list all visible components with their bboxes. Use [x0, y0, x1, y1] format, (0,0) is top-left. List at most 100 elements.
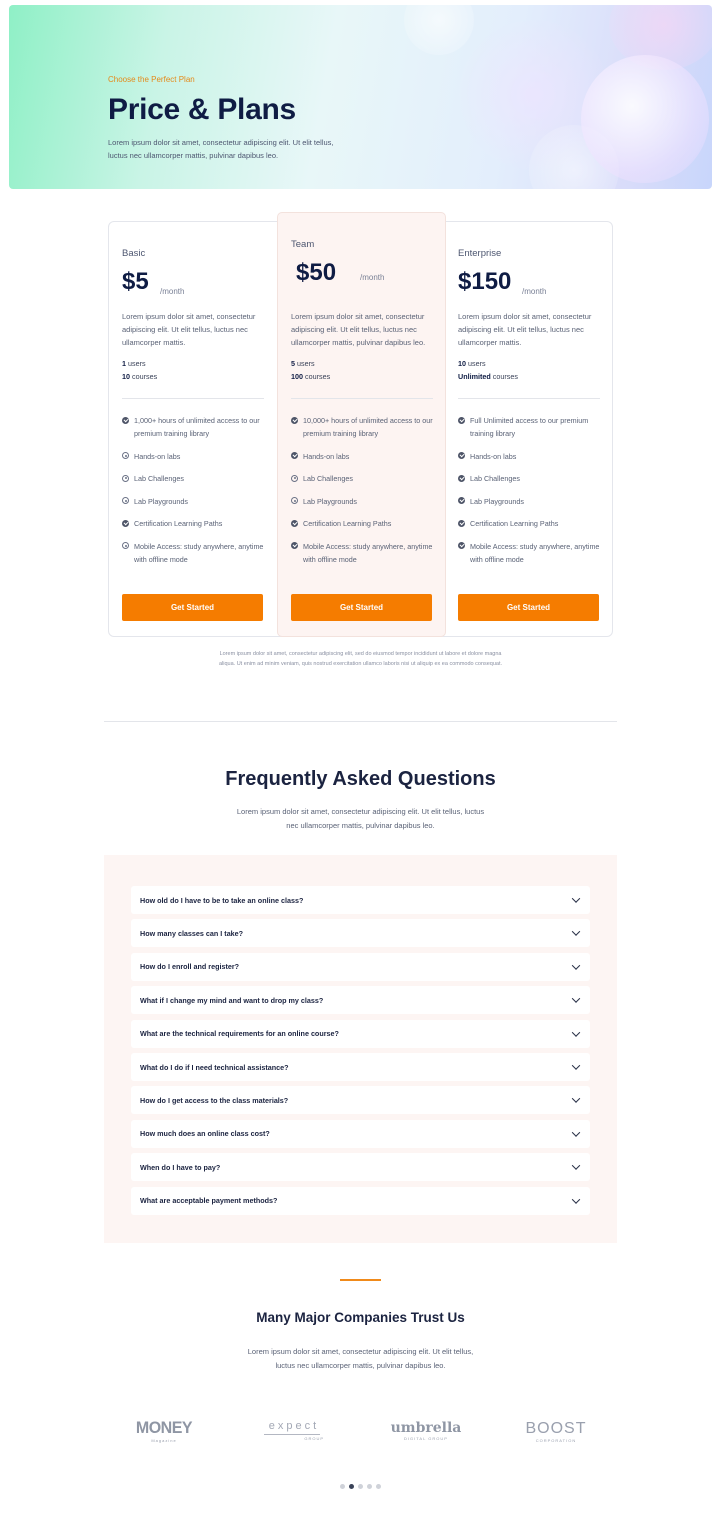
check-circle-icon: [458, 452, 465, 459]
plan-feature-list: Full Unlimited access to our premium tra…: [458, 414, 600, 575]
carousel-pagination: [340, 1484, 381, 1489]
plan-feature-item: Hands-on labs: [458, 450, 600, 463]
plan-feature-item: Full Unlimited access to our premium tra…: [458, 414, 600, 440]
plan-feature-text: Mobile Access: study anywhere, anytime w…: [303, 541, 433, 564]
plan-courses-label: courses: [130, 372, 158, 381]
chevron-down-icon[interactable]: [571, 1027, 581, 1037]
plan-feature-text: Lab Challenges: [470, 474, 520, 483]
plan-feature-text: Mobile Access: study anywhere, anytime w…: [134, 541, 264, 564]
plan-name: Enterprise: [458, 248, 502, 259]
chevron-down-icon[interactable]: [571, 1194, 581, 1204]
faq-item[interactable]: What are the technical requirements for …: [131, 1019, 590, 1048]
faq-item[interactable]: How much does an online class cost?: [131, 1119, 590, 1148]
hero-eyebrow: Choose the Perfect Plan: [108, 75, 195, 84]
plan-feature-text: Lab Challenges: [303, 474, 353, 483]
check-circle-icon: [122, 519, 129, 527]
faq-question: What are acceptable payment methods?: [140, 1196, 278, 1206]
carousel-dot[interactable]: [376, 1484, 381, 1489]
plan-feature-text: 10,000+ hours of unlimited access to our…: [303, 416, 433, 438]
plan-price: $150: [458, 268, 512, 295]
faq-title: Frequently Asked Questions: [225, 768, 496, 790]
plan-period: /month: [160, 287, 185, 296]
page-title: Price & Plans: [108, 93, 296, 126]
section-divider: [104, 721, 617, 722]
faq-item[interactable]: When do I have to pay?: [131, 1153, 590, 1182]
carousel-dot[interactable]: [358, 1484, 363, 1489]
chevron-down-icon[interactable]: [571, 894, 581, 903]
chevron-down-icon[interactable]: [571, 961, 581, 970]
plan-feature-text: Lab Playgrounds: [303, 496, 357, 506]
chevron-down-icon[interactable]: [571, 1061, 581, 1070]
plan-feature-text: Certification Learning Paths: [303, 519, 392, 528]
check-circle-icon: [291, 416, 298, 424]
plan-feature-item: Certification Learning Paths: [291, 517, 433, 530]
trust-description: Lorem ipsum dolor sit amet, consectetur …: [247, 1347, 474, 1370]
plan-name: Team: [291, 239, 315, 250]
plan-divider: [291, 398, 433, 399]
faq-question: How do I get access to the class materia…: [140, 1095, 289, 1105]
plan-users-label: users: [126, 359, 146, 368]
expect-group-logo: expect GROUP: [256, 1420, 332, 1441]
chevron-down-icon[interactable]: [571, 1094, 581, 1104]
carousel-dot[interactable]: [340, 1484, 345, 1489]
plan-description: Lorem ipsum dolor sit amet, consectetur …: [122, 312, 256, 347]
carousel-dot[interactable]: [349, 1484, 354, 1489]
faq-item[interactable]: What are acceptable payment methods?: [131, 1186, 590, 1215]
umbrella-digital-group-logo: umbrella DIGITAL GROUP: [384, 1420, 468, 1441]
logo-wordmark: umbrella: [390, 1420, 462, 1436]
unavailable-circle-icon: [122, 497, 129, 504]
chevron-down-icon[interactable]: [571, 927, 581, 937]
faq-item[interactable]: How old do I have to be to take an onlin…: [131, 886, 590, 914]
hero-description: Lorem ipsum dolor sit amet, consectetur …: [108, 138, 334, 160]
faq-item[interactable]: How do I get access to the class materia…: [131, 1086, 590, 1115]
pricing-footnote: Lorem ipsum dolor sit amet, consectetur …: [218, 651, 503, 667]
plan-courses: 10 courses: [122, 372, 157, 381]
chevron-down-icon[interactable]: [571, 1128, 581, 1137]
trust-title: Many Major Companies Trust Us: [256, 1310, 465, 1325]
plan-courses: 100 courses: [291, 372, 330, 381]
logo-tagline: CORPORATION: [535, 1438, 577, 1443]
check-circle-icon: [291, 542, 298, 549]
plan-period: /month: [522, 287, 547, 296]
plan-card-basic: Basic $5 /month Lorem ipsum dolor sit am…: [109, 222, 277, 636]
plan-feature-item: Mobile Access: study anywhere, anytime w…: [291, 540, 433, 566]
hero-banner: Choose the Perfect Plan Price & Plans Lo…: [9, 5, 712, 189]
faq-description: Lorem ipsum dolor sit amet, consectetur …: [236, 807, 485, 830]
get-started-button-enterprise[interactable]: Get Started: [458, 594, 599, 621]
hero-bokeh-decoration: [581, 55, 709, 183]
plan-feature-text: Certification Learning Paths: [134, 519, 223, 528]
plan-feature-item: Certification Learning Paths: [122, 517, 264, 530]
unavailable-circle-icon: [291, 474, 298, 482]
plan-feature-text: Mobile Access: study anywhere, anytime w…: [470, 541, 600, 564]
chevron-down-icon[interactable]: [571, 1161, 581, 1171]
faq-question: When do I have to pay?: [140, 1162, 221, 1172]
plan-feature-item: Lab Playgrounds: [122, 495, 264, 508]
chevron-down-icon[interactable]: [571, 994, 581, 1004]
plan-feature-item: Lab Playgrounds: [458, 495, 600, 508]
plan-feature-text: Certification Learning Paths: [470, 519, 559, 528]
logo-tagline: DIGITAL GROUP: [404, 1436, 448, 1441]
faq-item[interactable]: How many classes can I take?: [131, 919, 590, 948]
plan-feature-text: Lab Playgrounds: [470, 496, 524, 506]
plan-users-label: users: [295, 359, 315, 368]
check-circle-icon: [458, 416, 465, 424]
hero-bokeh-decoration: [404, 5, 474, 55]
plan-feature-text: Hands-on labs: [303, 451, 350, 461]
get-started-button-team[interactable]: Get Started: [291, 594, 432, 621]
plan-courses-value: 100: [291, 372, 303, 381]
faq-question: What do I do if I need technical assista…: [140, 1062, 289, 1072]
faq-item[interactable]: How do I enroll and register?: [131, 952, 590, 981]
faq-item[interactable]: What if I change my mind and want to dro…: [131, 986, 590, 1015]
plan-users-label: users: [466, 359, 486, 368]
unavailable-circle-icon: [291, 497, 298, 504]
money-magazine-logo: MONEY Magazine: [134, 1420, 194, 1443]
check-circle-icon: [458, 519, 465, 527]
faq-item[interactable]: What do I do if I need technical assista…: [131, 1053, 590, 1081]
carousel-dot[interactable]: [367, 1484, 372, 1489]
check-circle-icon: [458, 474, 465, 482]
logo-tagline: Magazine: [151, 1438, 177, 1443]
accent-bar: [340, 1279, 381, 1281]
get-started-button-basic[interactable]: Get Started: [122, 594, 263, 621]
plan-feature-item: Lab Challenges: [291, 472, 433, 485]
plan-courses-label: courses: [303, 372, 331, 381]
